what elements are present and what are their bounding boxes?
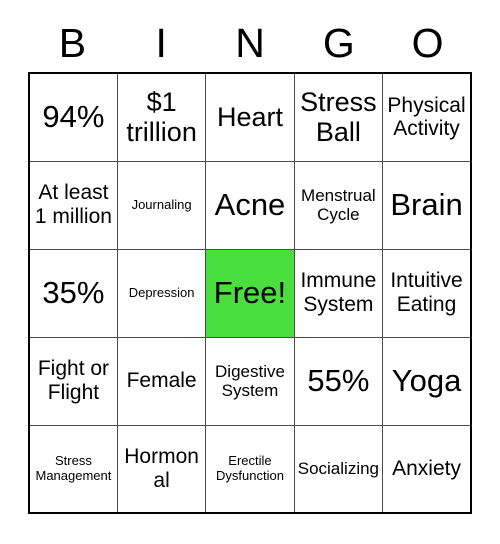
bingo-cell-label: Journaling [131,196,192,212]
bingo-cell[interactable]: Intuitive Eating [382,248,472,338]
bingo-cell[interactable]: Heart [205,72,295,162]
bingo-cell-label: $1 trillion [126,87,197,148]
bingo-row: At least 1 million Journaling Acne Menst… [28,160,472,250]
bingo-cell[interactable]: 35% [28,248,118,338]
bingo-cell[interactable]: Immune System [293,248,384,338]
bingo-cell[interactable]: Socializing [293,424,384,514]
bingo-card: B I N G O 94% $1 trillion Heart Stress B… [0,0,500,544]
bingo-cell[interactable]: Stress Ball [293,72,384,162]
bingo-cell[interactable]: Brain [382,160,472,250]
bingo-row: 94% $1 trillion Heart Stress Ball Physic… [28,72,472,162]
bingo-cell-label: Erectile Dysfunction [216,453,284,483]
bingo-cell-free[interactable]: Free! [205,248,295,338]
bingo-cell-label: Stress Management [35,453,112,483]
bingo-cell-label: Menstrual Cycle [301,185,376,224]
bingo-cell[interactable]: 55% [293,336,384,426]
bingo-cell-label: Stress Ball [300,87,377,148]
bingo-header-letter-o: O [411,19,444,66]
bingo-cell[interactable]: Depression [116,248,207,338]
bingo-cell[interactable]: Acne [205,160,295,250]
bingo-cell[interactable]: Hormonal [116,424,207,514]
bingo-cell-label: Brain [390,186,463,222]
bingo-cell-label: Fight or Flight [37,357,110,404]
bingo-cell[interactable]: Physical Activity [382,72,472,162]
bingo-cell-label: Hormonal [124,445,199,492]
bingo-cell[interactable]: Anxiety [382,424,472,514]
bingo-cell[interactable]: Journaling [116,160,207,250]
bingo-cell-label: Socializing [297,459,379,479]
bingo-grid: 94% $1 trillion Heart Stress Ball Physic… [28,72,472,514]
bingo-cell-label: Anxiety [392,456,461,480]
bingo-cell[interactable]: Yoga [382,336,472,426]
bingo-free-label: Free! [213,274,287,310]
bingo-row: 35% Depression Free! Immune System Intui… [28,248,472,338]
bingo-cell[interactable]: Menstrual Cycle [293,160,384,250]
bingo-header-letter-i: I [155,19,167,66]
bingo-cell[interactable]: 94% [28,72,118,162]
bingo-header-letter-g: G [322,19,355,66]
bingo-cell-label: 55% [307,362,370,398]
bingo-cell-label: Immune System [300,269,377,316]
bingo-cell[interactable]: Fight or Flight [28,336,118,426]
bingo-cell[interactable]: Stress Management [28,424,118,514]
bingo-cell-label: Yoga [391,362,462,398]
bingo-cell-label: Acne [214,186,286,222]
bingo-cell-label: Intuitive Eating [390,269,463,316]
bingo-cell[interactable]: Female [116,336,207,426]
bingo-cell-label: Physical Activity [387,93,466,141]
bingo-cell-label: 35% [42,274,105,310]
bingo-header-row: B I N G O [28,14,472,72]
bingo-cell-label: Depression [128,284,195,300]
bingo-cell-label: Digestive System [215,361,285,400]
bingo-cell[interactable]: At least 1 million [28,160,118,250]
bingo-cell[interactable]: Erectile Dysfunction [205,424,295,514]
bingo-cell-label: Heart [216,102,283,133]
bingo-cell-label: 94% [42,98,105,134]
bingo-cell-label: Female [126,369,197,393]
bingo-row: Fight or Flight Female Digestive System … [28,336,472,426]
bingo-cell-label: At least 1 million [34,181,112,228]
bingo-row: Stress Management Hormonal Erectile Dysf… [28,424,472,514]
bingo-cell[interactable]: $1 trillion [116,72,207,162]
bingo-header-letter-b: B [58,19,87,66]
bingo-cell[interactable]: Digestive System [205,336,295,426]
bingo-header-letter-n: N [235,19,265,66]
